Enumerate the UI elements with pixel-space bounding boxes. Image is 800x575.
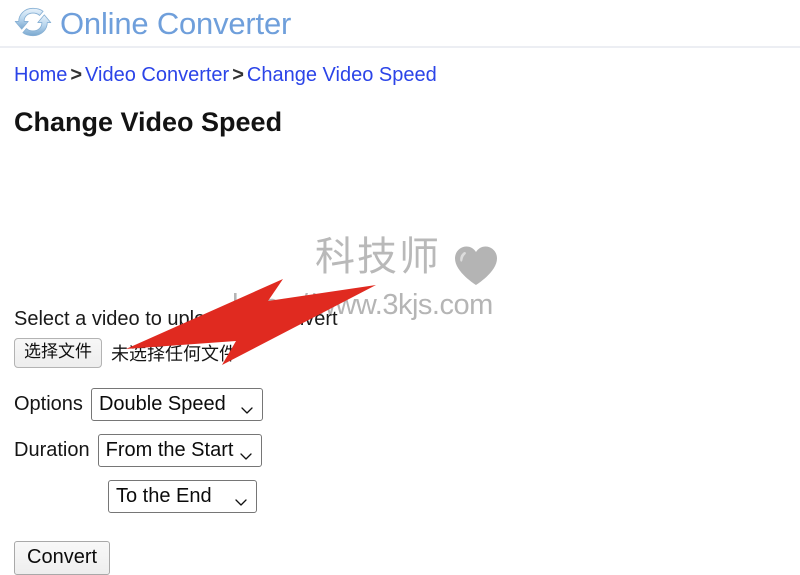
page-title: Change Video Speed bbox=[14, 107, 283, 137]
chevron-down-icon bbox=[240, 398, 254, 414]
title-row: Change Video Speed bbox=[14, 91, 786, 143]
brand-title: Online Converter bbox=[60, 5, 292, 41]
options-select-value: Double Speed bbox=[98, 393, 226, 415]
duration-label: Duration bbox=[14, 439, 90, 461]
refresh-arrows-icon bbox=[14, 3, 52, 41]
file-status-label: 未选择任何文件 bbox=[111, 343, 237, 365]
heart-icon bbox=[452, 243, 500, 287]
duration-from-select-value: From the Start bbox=[105, 439, 234, 461]
breadcrumb: Home > Video Converter > Change Video Speed bbox=[0, 48, 468, 91]
duration-row-secondary: To the End bbox=[108, 480, 257, 513]
breadcrumb-item-change-video-speed[interactable]: Change Video Speed bbox=[247, 64, 437, 86]
chevron-down-icon bbox=[234, 490, 248, 506]
watermark-cjk-text: 科技师 bbox=[315, 234, 441, 280]
duration-from-select[interactable]: From the Start bbox=[97, 434, 263, 467]
breadcrumb-item-home[interactable]: Home bbox=[14, 64, 67, 86]
breadcrumb-item-video-converter[interactable]: Video Converter bbox=[85, 64, 229, 86]
duration-row: Duration From the Start bbox=[14, 434, 263, 467]
breadcrumb-separator: > bbox=[70, 64, 83, 86]
options-label: Options bbox=[14, 393, 83, 415]
main-content: Change Video Speed 科技师 https://www.3kjs.… bbox=[0, 91, 800, 575]
site-header: Online Converter bbox=[0, 0, 800, 48]
file-input-row: 选择文件 未选择任何文件 bbox=[14, 338, 237, 368]
options-select[interactable]: Double Speed bbox=[90, 388, 263, 421]
choose-file-button[interactable]: 选择文件 bbox=[14, 338, 102, 368]
convert-button[interactable]: Convert bbox=[14, 541, 111, 575]
options-row: Options Double Speed bbox=[14, 388, 263, 421]
breadcrumb-separator: > bbox=[232, 64, 244, 86]
upload-instruction: Select a video to upload and convert bbox=[14, 308, 338, 330]
logo-row[interactable]: Online Converter bbox=[0, 0, 800, 46]
duration-to-select-value: To the End bbox=[116, 485, 212, 507]
duration-to-select[interactable]: To the End bbox=[108, 480, 257, 513]
chevron-down-icon bbox=[239, 444, 253, 460]
